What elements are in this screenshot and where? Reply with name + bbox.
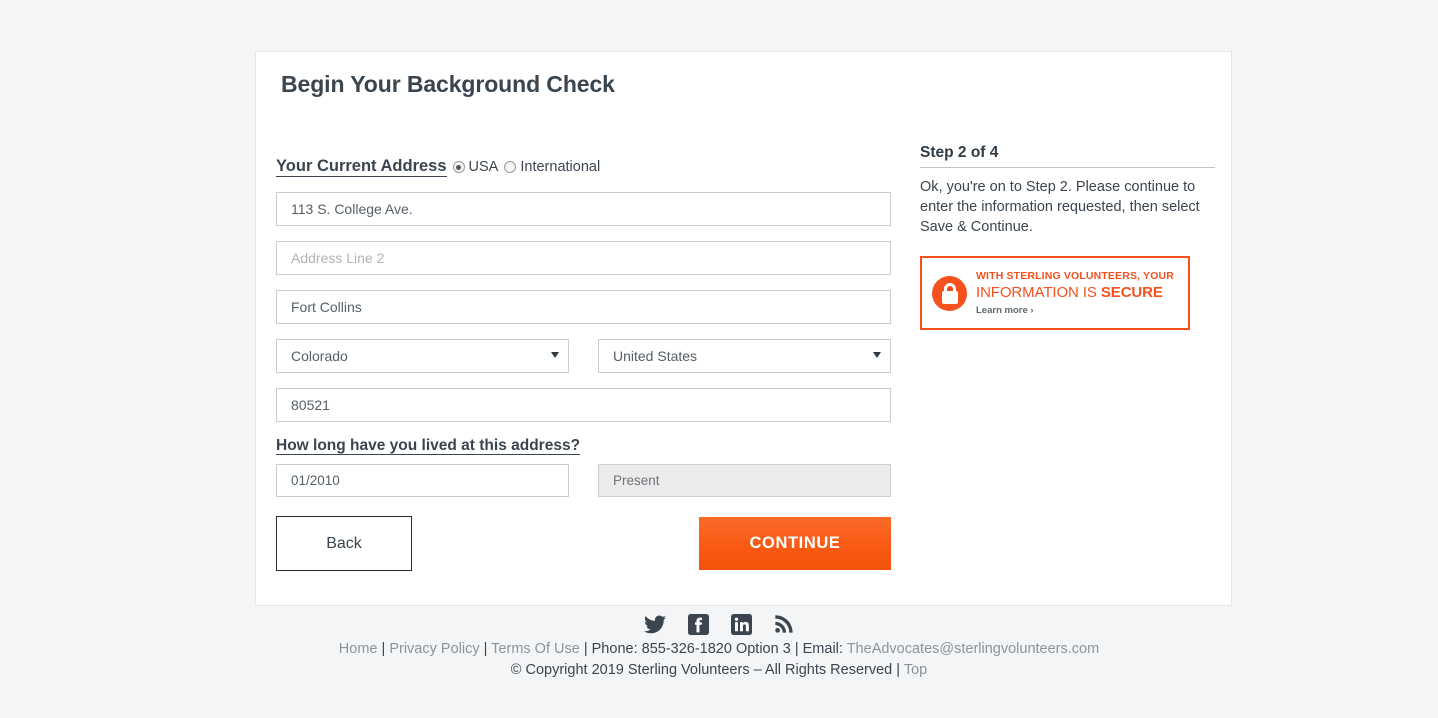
footer-link-privacy[interactable]: Privacy Policy: [389, 641, 479, 657]
state-select-value: Colorado: [276, 339, 569, 373]
how-long-label: How long have you lived at this address?: [276, 437, 581, 455]
footer-separator: |: [583, 641, 588, 657]
radio-international-label: International: [520, 159, 601, 175]
badge-line-2: INFORMATION IS SECURE: [976, 285, 1174, 300]
footer-copyright-line: © Copyright 2019 Sterling Volunteers – A…: [0, 660, 1438, 681]
address-line-2-input[interactable]: [276, 241, 891, 275]
address-line-1-input[interactable]: [276, 192, 891, 226]
address-type-radio-group: USA International: [452, 159, 607, 175]
country-select[interactable]: United States: [598, 339, 891, 373]
site-footer: Home | Privacy Policy | Terms Of Use | P…: [0, 606, 1438, 681]
footer-separator: |: [896, 662, 901, 678]
background-check-card: Begin Your Background Check Your Current…: [255, 51, 1232, 606]
radio-option-usa[interactable]: USA: [452, 159, 499, 175]
linkedin-icon[interactable]: [731, 613, 752, 635]
footer-link-home[interactable]: Home: [339, 641, 378, 657]
radio-usa-label: USA: [468, 159, 499, 175]
continue-button[interactable]: CONTINUE: [699, 517, 891, 570]
social-links: [0, 606, 1438, 639]
badge-line-2-normal: INFORMATION IS: [976, 283, 1101, 301]
back-button[interactable]: Back: [276, 516, 412, 571]
radio-usa-icon[interactable]: [452, 161, 465, 173]
badge-line-1: WITH STERLING VOLUNTEERS, YOUR: [976, 270, 1174, 282]
page-title: Begin Your Background Check: [281, 71, 615, 97]
date-to-input: [598, 464, 891, 497]
date-from-input[interactable]: [276, 464, 569, 497]
footer-links-line: Home | Privacy Policy | Terms Of Use | P…: [0, 639, 1438, 660]
footer-link-top[interactable]: Top: [904, 662, 927, 678]
page-root: Begin Your Background Check Your Current…: [0, 0, 1438, 718]
address-form: Your Current Address USA International 1…: [276, 156, 891, 571]
footer-separator: |: [381, 641, 386, 657]
learn-more-link[interactable]: Learn more ›: [976, 305, 1174, 316]
footer-link-terms[interactable]: Terms Of Use: [491, 641, 580, 657]
facebook-icon[interactable]: [688, 613, 709, 635]
footer-email-link[interactable]: TheAdvocates@sterlingvolunteers.com: [847, 641, 1099, 657]
footer-copyright: © Copyright 2019 Sterling Volunteers – A…: [510, 662, 893, 678]
radio-international-icon[interactable]: [504, 161, 517, 173]
form-actions: Back CONTINUE: [276, 516, 891, 571]
lock-icon: [932, 275, 967, 311]
current-address-label: Your Current Address: [276, 157, 447, 177]
information-secure-badge[interactable]: WITH STERLING VOLUNTEERS, YOUR INFORMATI…: [920, 256, 1190, 330]
badge-text-block: WITH STERLING VOLUNTEERS, YOUR INFORMATI…: [976, 271, 1174, 315]
rss-icon[interactable]: [774, 614, 794, 634]
address-header-row: Your Current Address USA International: [276, 156, 891, 178]
footer-separator: |: [794, 641, 799, 657]
badge-line-2-bold: SECURE: [1100, 283, 1163, 301]
step-description: Ok, you're on to Step 2. Please continue…: [920, 179, 1200, 235]
step-sidebar: Step 2 of 4 Ok, you're on to Step 2. Ple…: [920, 144, 1215, 330]
footer-separator: |: [483, 641, 488, 657]
footer-phone: Phone: 855-326-1820 Option 3: [591, 641, 791, 657]
footer-email-label: Email:: [802, 641, 843, 657]
residence-dates-row: [276, 464, 891, 497]
step-heading: Step 2 of 4: [920, 144, 1215, 168]
state-select[interactable]: Colorado: [276, 339, 569, 373]
state-country-row: Colorado United States: [276, 339, 891, 373]
zip-input[interactable]: [276, 388, 891, 422]
radio-option-international[interactable]: International: [504, 159, 600, 175]
city-input[interactable]: [276, 290, 891, 324]
country-select-value: United States: [598, 339, 891, 373]
twitter-icon[interactable]: [644, 615, 666, 634]
